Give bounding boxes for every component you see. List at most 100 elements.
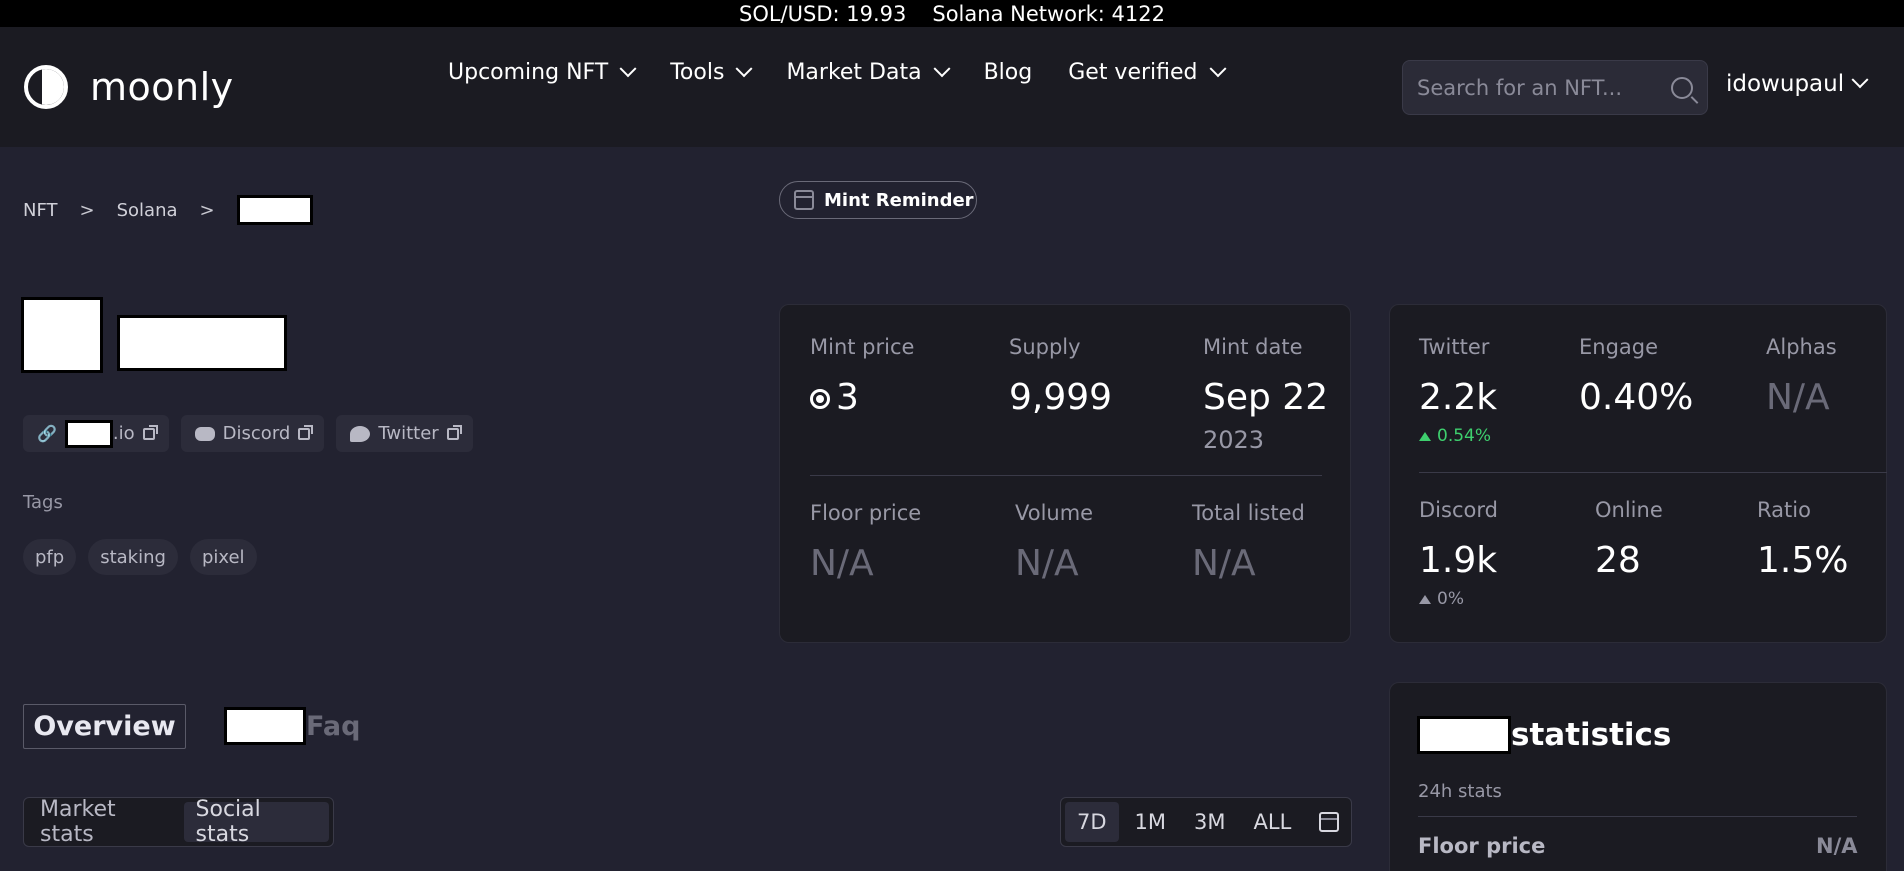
logo[interactable]: moonly — [24, 65, 234, 109]
redacted-collection-title — [117, 315, 287, 371]
twitter-icon — [350, 425, 371, 442]
stats-period-label: 24h stats — [1418, 781, 1502, 802]
range-7d[interactable]: 7D — [1065, 802, 1119, 842]
breadcrumb-separator: > — [79, 199, 95, 221]
tab-faq[interactable]: Faq — [224, 707, 360, 745]
mint-stats-card: Mint price 3 Supply 9,999 Mint date Sep … — [779, 304, 1351, 643]
stats-floor-value: N/A — [1816, 834, 1858, 858]
twitter-label: Twitter — [378, 423, 439, 444]
discord-members-label: Discord — [1419, 498, 1498, 522]
statistics-title: statistics — [1417, 716, 1671, 754]
mint-year: 2023 — [1203, 426, 1265, 454]
market-stats-toggle[interactable]: Market stats — [28, 797, 184, 847]
chevron-down-icon — [933, 59, 951, 77]
search-icon[interactable] — [1671, 76, 1693, 99]
breadcrumb: NFT > Solana > — [23, 195, 313, 225]
discord-members-value: 1.9k — [1419, 540, 1498, 581]
online-label: Online — [1595, 498, 1663, 522]
stats-floor-label: Floor price — [1418, 834, 1546, 858]
mint-price-value: 3 — [810, 377, 859, 418]
tag-pfp[interactable]: pfp — [23, 539, 77, 575]
discord-link[interactable]: Discord — [180, 415, 325, 452]
chevron-down-icon — [619, 59, 637, 77]
ratio-value: 1.5% — [1757, 540, 1849, 581]
floor-price-value: N/A — [810, 543, 874, 584]
site-header: moonly Upcoming NFT Tools Market Data Bl… — [0, 27, 1904, 147]
redacted-collection-name — [236, 195, 313, 225]
supply-value: 9,999 — [1009, 377, 1113, 418]
mint-price-label: Mint price — [810, 335, 915, 359]
calendar-icon — [1319, 812, 1340, 832]
tag-staking[interactable]: staking — [88, 539, 178, 575]
logo-text: moonly — [90, 65, 234, 109]
volume-value: N/A — [1015, 543, 1079, 584]
card-divider — [1418, 816, 1857, 817]
chevron-down-icon — [735, 59, 753, 77]
link-icon: 🔗 — [37, 424, 57, 443]
mint-reminder-button[interactable]: Mint Reminder — [779, 181, 977, 219]
nav-label: Market Data — [786, 60, 922, 85]
discord-delta-value: 0% — [1437, 589, 1464, 609]
mint-reminder-label: Mint Reminder — [824, 189, 974, 211]
time-range-selector: 7D 1M 3M ALL — [1060, 797, 1352, 847]
breadcrumb-solana[interactable]: Solana — [117, 200, 178, 221]
main-nav: Upcoming NFT Tools Market Data Blog Get … — [448, 59, 1227, 85]
volume-label: Volume — [1015, 501, 1094, 525]
range-1m[interactable]: 1M — [1123, 802, 1178, 842]
redacted-website — [64, 419, 113, 448]
twitter-delta: 0.54% — [1419, 426, 1491, 446]
search-box — [1402, 60, 1708, 115]
mint-date-label: Mint date — [1203, 335, 1303, 359]
engage-value: 0.40% — [1579, 377, 1694, 418]
project-links: 🔗 .io Discord Twitter — [23, 415, 473, 452]
price-ticker: SOL/USD: 19.93 Solana Network: 4122 — [0, 0, 1904, 27]
chevron-down-icon — [1209, 59, 1227, 77]
nav-upcoming-nft[interactable]: Upcoming NFT — [448, 59, 637, 85]
total-listed-value: N/A — [1192, 543, 1256, 584]
discord-icon — [194, 426, 215, 441]
stats-type-toggle: Market stats Social stats — [23, 797, 334, 847]
nav-label: Upcoming NFT — [448, 60, 609, 85]
breadcrumb-nft[interactable]: NFT — [23, 200, 58, 221]
arrow-up-icon — [1419, 431, 1431, 441]
mint-date-value: Sep 22 — [1203, 377, 1329, 418]
card-divider — [810, 475, 1322, 476]
website-link[interactable]: 🔗 .io — [23, 415, 169, 452]
range-3m[interactable]: 3M — [1182, 802, 1237, 842]
search-input[interactable] — [1417, 75, 1667, 100]
redacted-collection-name — [224, 707, 306, 745]
discord-delta: 0% — [1419, 589, 1464, 609]
twitter-followers-label: Twitter — [1419, 335, 1490, 359]
sol-usd-price: SOL/USD: 19.93 — [739, 1, 907, 26]
tag-list: pfp staking pixel — [23, 539, 257, 575]
alphas-value: N/A — [1766, 377, 1830, 418]
engage-label: Engage — [1579, 335, 1659, 359]
nav-get-verified[interactable]: Get verified — [1068, 59, 1227, 85]
nav-label: Blog — [983, 60, 1033, 85]
card-divider — [1419, 472, 1887, 473]
date-picker-button[interactable] — [1307, 802, 1351, 842]
twitter-link[interactable]: Twitter — [336, 415, 473, 452]
moon-logo-icon — [24, 65, 68, 109]
breadcrumb-separator: > — [199, 199, 215, 221]
nav-blog[interactable]: Blog — [984, 60, 1033, 85]
social-stats-toggle[interactable]: Social stats — [183, 797, 329, 847]
alphas-label: Alphas — [1766, 335, 1837, 359]
nav-market-data[interactable]: Market Data — [786, 59, 951, 85]
username: idowupaul — [1726, 71, 1845, 97]
range-all[interactable]: ALL — [1242, 802, 1304, 842]
external-link-icon — [142, 424, 158, 440]
user-menu[interactable]: idowupaul — [1726, 71, 1869, 97]
nav-tools[interactable]: Tools — [670, 59, 753, 85]
tag-pixel[interactable]: pixel — [189, 539, 257, 575]
total-listed-label: Total listed — [1192, 501, 1305, 525]
ratio-label: Ratio — [1757, 498, 1811, 522]
tags-label: Tags — [23, 492, 63, 513]
floor-price-label: Floor price — [810, 501, 922, 525]
website-suffix: .io — [112, 423, 135, 444]
social-stats-card: Twitter 2.2k 0.54% Engage 0.40% Alphas N… — [1389, 304, 1887, 643]
arrow-up-icon — [1419, 594, 1431, 604]
supply-label: Supply — [1009, 335, 1081, 359]
twitter-followers-value: 2.2k — [1419, 377, 1498, 418]
tab-overview[interactable]: Overview — [23, 704, 186, 749]
